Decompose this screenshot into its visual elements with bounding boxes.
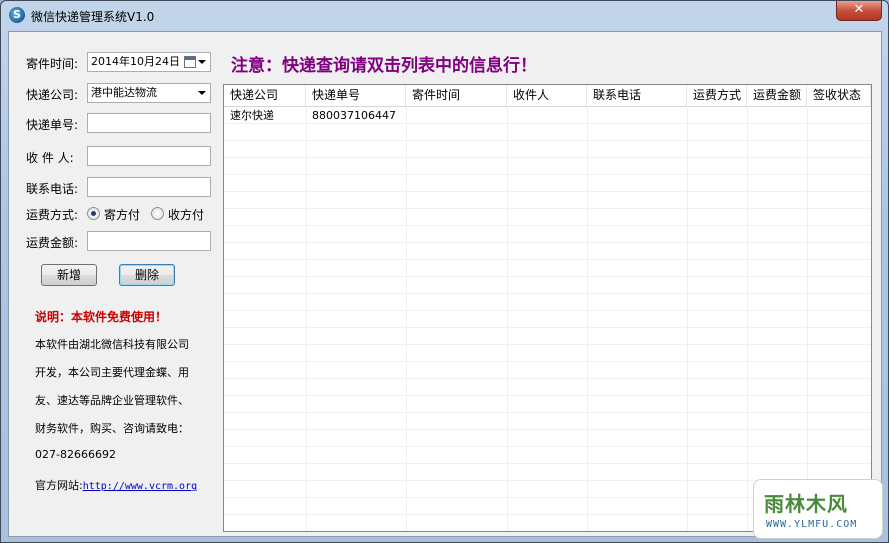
grid-row-line: [224, 208, 871, 209]
column-header[interactable]: 签收状态: [807, 85, 871, 106]
grid-column-line: [507, 106, 508, 531]
tracking-label: 快递单号:: [26, 118, 79, 132]
grid-column-line: [687, 106, 688, 531]
grid-row-line: [224, 174, 871, 175]
table-header: 快递公司 快递单号 寄件时间 收件人 联系电话 运费方式 运费金额 签收状态: [224, 85, 871, 107]
shipment-table[interactable]: 快递公司 快递单号 寄件时间 收件人 联系电话 运费方式 运费金额 签收状态 速…: [223, 84, 872, 532]
grid-row-line: [224, 463, 871, 464]
chevron-down-icon[interactable]: [198, 91, 206, 95]
column-header[interactable]: 运费方式: [687, 85, 747, 106]
radio-receiver-pays-label[interactable]: 收方付: [168, 206, 204, 223]
phone-label: 联系电话:: [26, 182, 79, 196]
radio-sender-pays-label[interactable]: 寄方付: [104, 206, 140, 223]
grid-row-line: [224, 412, 871, 413]
grid-row-line: [224, 344, 871, 345]
grid-column-line: [747, 106, 748, 531]
payment-label: 运费方式:: [26, 208, 79, 222]
window-title: 微信快递管理系统V1.0: [31, 10, 155, 24]
notice-text: 注意：快递查询请双击列表中的信息行！: [231, 56, 537, 76]
watermark-sub-text: WWW.YLMFU.COM: [766, 519, 858, 530]
recipient-input[interactable]: [87, 146, 211, 166]
table-cell: 速尔快递: [230, 109, 274, 122]
app-window: S 微信快递管理系统V1.0 ✕ 寄件时间: 2014年10月24日 快递公司:…: [0, 0, 889, 543]
company-select[interactable]: 港中能达物流: [87, 83, 211, 103]
watermark-main-text: 雨林木风: [764, 492, 848, 516]
grid-column-line: [306, 106, 307, 531]
grid-row-line: [224, 293, 871, 294]
grid-row-line: [224, 310, 871, 311]
website-row: 官方网站:http://www.vcrm.org: [35, 477, 197, 493]
amount-input[interactable]: [87, 231, 211, 251]
column-header[interactable]: 寄件时间: [406, 85, 507, 106]
radio-sender-pays[interactable]: [87, 207, 100, 220]
grid-column-line: [807, 106, 808, 531]
radio-receiver-pays[interactable]: [151, 207, 164, 220]
grid-column-line: [587, 106, 588, 531]
grid-row-line: [224, 361, 871, 362]
column-header[interactable]: 收件人: [507, 85, 587, 106]
website-link[interactable]: http://www.vcrm.org: [83, 481, 197, 492]
grid-row-line: [224, 446, 871, 447]
table-cell: 880037106447: [312, 109, 396, 122]
phone-input[interactable]: [87, 177, 211, 197]
send-time-value: 2014年10月24日: [91, 55, 180, 68]
tracking-number-input[interactable]: [87, 113, 211, 133]
info-phone: 027-82666692: [35, 448, 116, 461]
app-logo-icon: S: [9, 7, 25, 23]
client-area: 寄件时间: 2014年10月24日 快递公司: 港中能达物流 快递单号: 收 件…: [8, 31, 882, 537]
delete-button[interactable]: 删除: [119, 264, 175, 286]
info-line: 友、速达等品牌企业管理软件、: [35, 394, 189, 407]
amount-label: 运费金额:: [26, 236, 79, 250]
company-label: 快递公司:: [26, 88, 79, 102]
column-header[interactable]: 快递公司: [224, 85, 306, 106]
grid-row-line: [224, 395, 871, 396]
title-bar[interactable]: S 微信快递管理系统V1.0 ✕: [1, 1, 888, 31]
watermark-logo: 雨林木风 WWW.YLMFU.COM: [753, 479, 883, 539]
recipient-label: 收 件 人:: [26, 151, 74, 165]
column-header[interactable]: 联系电话: [587, 85, 687, 106]
calendar-icon[interactable]: [184, 56, 196, 68]
send-time-label: 寄件时间:: [26, 57, 79, 71]
chevron-down-icon[interactable]: [198, 60, 206, 64]
grid-column-line: [406, 106, 407, 531]
grid-row-line: [224, 259, 871, 260]
info-line: 本软件由湖北微信科技有限公司: [35, 338, 189, 351]
close-button[interactable]: ✕: [836, 1, 882, 21]
info-line: 财务软件，购买、咨询请致电：: [35, 422, 189, 435]
website-label: 官方网站:: [35, 479, 83, 492]
grid-row-line: [224, 276, 871, 277]
grid-row-line: [224, 225, 871, 226]
grid-row-line: [224, 429, 871, 430]
column-header[interactable]: 运费金额: [747, 85, 807, 106]
grid-row-line: [224, 140, 871, 141]
grid-row-line: [224, 157, 871, 158]
company-select-value: 港中能达物流: [91, 86, 157, 99]
grid-row-line: [224, 327, 871, 328]
grid-row-line: [224, 378, 871, 379]
column-header[interactable]: 快递单号: [306, 85, 406, 106]
grid-row-line: [224, 242, 871, 243]
add-button[interactable]: 新增: [41, 264, 97, 286]
info-line: 开发，本公司主要代理金蝶、用: [35, 366, 189, 379]
send-time-picker[interactable]: 2014年10月24日: [87, 52, 211, 72]
info-heading: 说明：本软件免费使用！: [35, 310, 168, 324]
grid-row-line: [224, 191, 871, 192]
